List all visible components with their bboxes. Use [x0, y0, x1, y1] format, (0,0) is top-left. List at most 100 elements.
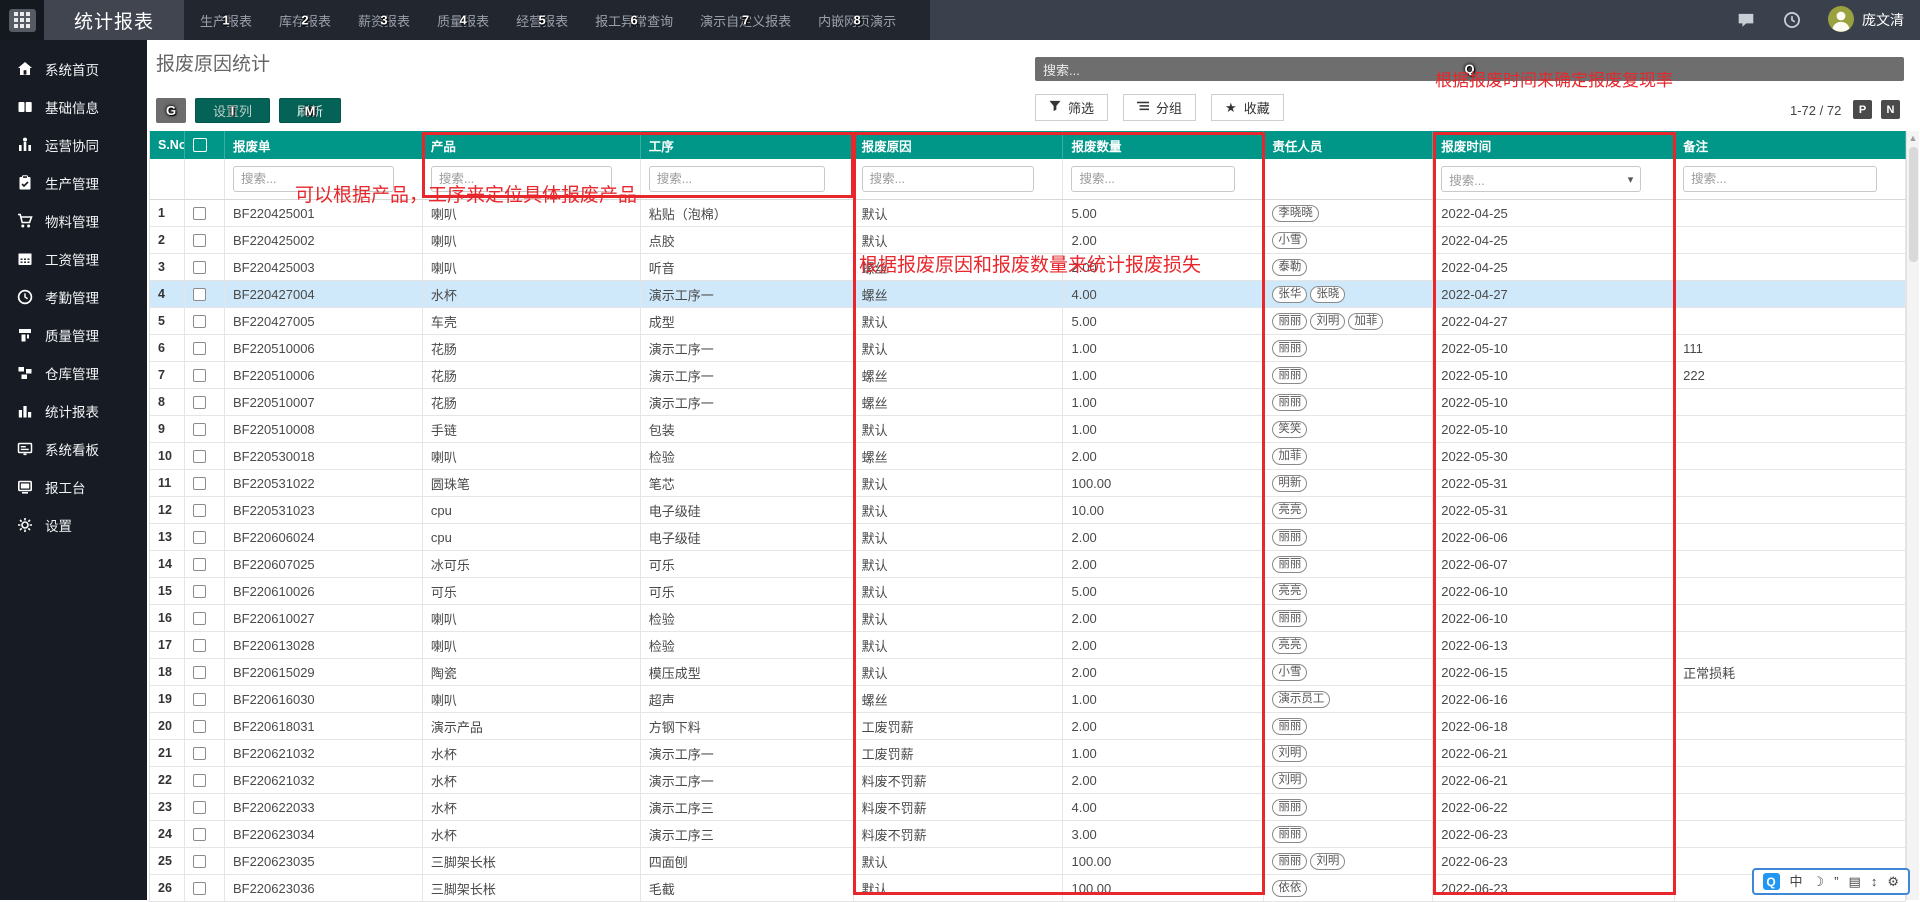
row-checkbox[interactable] — [192, 314, 206, 328]
vertical-scrollbar[interactable]: ▲ — [1906, 131, 1919, 900]
row-checkbox[interactable] — [192, 719, 206, 733]
filter-input-qty[interactable] — [1071, 166, 1236, 192]
pagination-next-button[interactable]: N — [1881, 100, 1900, 119]
table-row[interactable]: 25 BF220623035 三脚架长枨 四面刨 默认 100.00 丽丽 刘明 2022-06… — [150, 848, 1906, 875]
sidebar-item-统计报表[interactable]: 统计报表 — [0, 392, 147, 430]
navbar-tab[interactable]: 库存报表 2 — [279, 11, 331, 30]
table-row[interactable]: 16 BF220610027 喇叭 检验 默认 2.00 丽丽 2022-06-10 — [150, 605, 1906, 632]
sidebar-item-系统看板[interactable]: 系统看板 — [0, 430, 147, 468]
row-checkbox[interactable] — [192, 638, 206, 652]
ime-logo-icon[interactable]: Q — [1762, 873, 1780, 890]
filter-button[interactable]: 筛选 — [1035, 94, 1109, 121]
sidebar-item-运营协同[interactable]: 运营协同 — [0, 126, 147, 164]
filter-input-reason[interactable] — [861, 166, 1035, 192]
table-row[interactable]: 4 BF220427004 水杯 演示工序一 螺丝 4.00 张华 张晓 2022-04-27 — [150, 281, 1906, 308]
row-checkbox[interactable] — [192, 665, 206, 679]
sidebar-item-基础信息[interactable]: 基础信息 — [0, 88, 147, 126]
table-row[interactable]: 21 BF220621032 水杯 演示工序一 工废罚薪 1.00 刘明 2022-06-21 — [150, 740, 1906, 767]
row-checkbox[interactable] — [192, 503, 206, 517]
navbar-tab[interactable]: 生产报表 1 — [200, 11, 252, 30]
clock-icon[interactable] — [1782, 10, 1802, 30]
sidebar-item-工资管理[interactable]: 工资管理 — [0, 240, 147, 278]
table-row[interactable]: 24 BF220623034 水杯 演示工序三 料废不罚薪 3.00 丽丽 2022-06-2… — [150, 821, 1906, 848]
table-row[interactable]: 13 BF220606024 cpu 电子级硅 默认 2.00 丽丽 2022-06-06 — [150, 524, 1906, 551]
row-checkbox[interactable] — [192, 800, 206, 814]
row-checkbox[interactable] — [192, 692, 206, 706]
row-checkbox[interactable] — [192, 368, 206, 382]
filter-input-order[interactable] — [232, 166, 394, 192]
navbar-tab[interactable]: 内嵌网页演示 8 — [818, 11, 896, 30]
chat-icon[interactable] — [1736, 10, 1756, 30]
keyboard-icon[interactable]: ▤ — [1849, 875, 1861, 888]
global-search-input[interactable]: 搜索... Q — [1035, 57, 1904, 81]
row-checkbox[interactable] — [192, 449, 206, 463]
sidebar-item-物料管理[interactable]: 物料管理 — [0, 202, 147, 240]
sidebar-item-设置[interactable]: 设置 — [0, 506, 147, 544]
quotes-icon[interactable]: ” — [1834, 875, 1838, 888]
row-checkbox[interactable] — [192, 557, 206, 571]
table-row[interactable]: 23 BF220622033 水杯 演示工序三 料废不罚薪 4.00 丽丽 2022-06-2… — [150, 794, 1906, 821]
table-row[interactable]: 11 BF220531022 圆珠笔 笔芯 默认 100.00 明新 2022-05-31 — [150, 470, 1906, 497]
row-checkbox[interactable] — [192, 341, 206, 355]
sidebar-item-质量管理[interactable]: 质量管理 — [0, 316, 147, 354]
scrollbar-thumb[interactable] — [1909, 147, 1918, 262]
table-row[interactable]: 15 BF220610026 可乐 可乐 默认 5.00 亮亮 2022-06-10 — [150, 578, 1906, 605]
table-row[interactable]: 20 BF220618031 演示产品 方钢下料 工废罚薪 2.00 丽丽 2022-06-1… — [150, 713, 1906, 740]
table-row[interactable]: 6 BF220510006 花肠 演示工序一 默认 1.00 丽丽 2022-05-10 111 — [150, 335, 1906, 362]
filter-input-proc[interactable] — [648, 166, 825, 192]
scroll-up-arrow[interactable]: ▲ — [1907, 131, 1919, 146]
navbar-tab[interactable]: 演示自定义报表 7 — [700, 11, 791, 30]
table-row[interactable]: 3 BF220425003 喇叭 听音 螺丝 2.00 泰勒 2022-04-25 — [150, 254, 1906, 281]
row-checkbox[interactable] — [192, 422, 206, 436]
table-row[interactable]: 9 BF220510008 手链 包装 默认 1.00 笑笑 2022-05-10 — [150, 416, 1906, 443]
table-row[interactable]: 2 BF220425002 喇叭 点胶 默认 2.00 小雪 2022-04-25 — [150, 227, 1906, 254]
table-row[interactable]: 14 BF220607025 冰可乐 可乐 默认 2.00 丽丽 2022-06-07 — [150, 551, 1906, 578]
sidebar-item-仓库管理[interactable]: 仓库管理 — [0, 354, 147, 392]
filter-input-note[interactable] — [1683, 166, 1877, 192]
row-checkbox[interactable] — [192, 827, 206, 841]
favorite-button[interactable]: ★ 收藏 — [1211, 94, 1284, 121]
menu-icon[interactable] — [8, 8, 36, 32]
set-columns-button[interactable]: 设置列 I — [195, 98, 271, 123]
row-checkbox[interactable] — [192, 206, 206, 220]
row-checkbox[interactable] — [192, 584, 206, 598]
date-filter-input[interactable]: 搜索... ▾ — [1441, 166, 1642, 192]
table-row[interactable]: 10 BF220530018 喇叭 检验 螺丝 2.00 加菲 2022-05-30 — [150, 443, 1906, 470]
select-all-checkbox[interactable] — [192, 138, 207, 152]
table-row[interactable]: 5 BF220427005 车壳 成型 默认 5.00 丽丽 刘明 加菲 2022-04-27 — [150, 308, 1906, 335]
pagination-prev-button[interactable]: P — [1853, 100, 1872, 119]
sidebar-item-考勤管理[interactable]: 考勤管理 — [0, 278, 147, 316]
table-row[interactable]: 8 BF220510007 花肠 演示工序一 螺丝 1.00 丽丽 2022-05-10 — [150, 389, 1906, 416]
row-checkbox[interactable] — [192, 881, 206, 895]
table-row[interactable]: 12 BF220531023 cpu 电子级硅 默认 10.00 亮亮 2022-05-31 — [150, 497, 1906, 524]
navbar-tab[interactable]: 经营报表 5 — [516, 11, 568, 30]
sidebar-item-报工台[interactable]: 报工台 — [0, 468, 147, 506]
row-checkbox[interactable] — [192, 287, 206, 301]
navbar-tab[interactable]: 质量报表 4 — [437, 11, 489, 30]
row-checkbox[interactable] — [192, 530, 206, 544]
toolbar-icon-button[interactable]: G — [156, 98, 186, 123]
table-row[interactable]: 18 BF220615029 陶瓷 模压成型 默认 2.00 小雪 2022-06-15 正常损… — [150, 659, 1906, 686]
navbar-tab[interactable]: 报工异常查询 6 — [595, 11, 673, 30]
row-checkbox[interactable] — [192, 260, 206, 274]
row-checkbox[interactable] — [192, 854, 206, 868]
table-row[interactable]: 7 BF220510006 花肠 演示工序一 螺丝 1.00 丽丽 2022-05-10 222 — [150, 362, 1906, 389]
table-row[interactable]: 19 BF220616030 喇叭 超声 螺丝 1.00 演示员工 2022-06-16 — [150, 686, 1906, 713]
row-checkbox[interactable] — [192, 611, 206, 625]
refresh-button[interactable]: 刷新 M — [279, 98, 342, 123]
table-row[interactable]: 26 BF220623036 三脚架长枨 毛截 默认 100.00 依依 2022-06-23 — [150, 875, 1906, 902]
moon-icon[interactable]: ☽ — [1813, 875, 1825, 888]
sidebar-item-生产管理[interactable]: 生产管理 — [0, 164, 147, 202]
row-checkbox[interactable] — [192, 773, 206, 787]
group-button[interactable]: 分组 — [1123, 94, 1197, 121]
user-menu[interactable]: 庞文清 — [1828, 5, 1904, 35]
row-checkbox[interactable] — [192, 476, 206, 490]
table-row[interactable]: 1 BF220425001 喇叭 粘贴（泡棉） 默认 5.00 李晓晓 2022-04-25 — [150, 200, 1906, 227]
wrench-icon[interactable]: ⚙ — [1887, 875, 1899, 888]
filter-input-prod[interactable] — [430, 166, 612, 192]
table-row[interactable]: 22 BF220621032 水杯 演示工序一 料废不罚薪 2.00 刘明 2022-06-2… — [150, 767, 1906, 794]
handwriting-icon[interactable]: ↕ — [1871, 875, 1878, 888]
row-checkbox[interactable] — [192, 395, 206, 409]
sidebar-item-系统首页[interactable]: 系统首页 — [0, 50, 147, 88]
row-checkbox[interactable] — [192, 233, 206, 247]
